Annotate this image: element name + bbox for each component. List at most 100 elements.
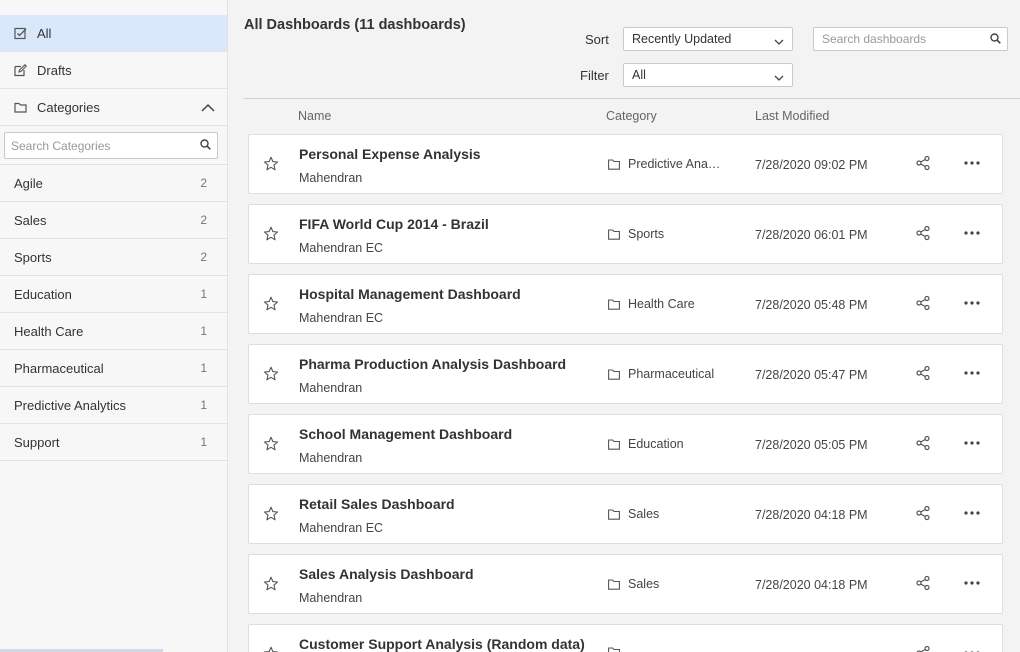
category-count: 2 — [200, 250, 207, 264]
dashboard-card[interactable]: Retail Sales Dashboard Mahendran EC Sales 7… — [248, 484, 1003, 544]
category-item[interactable]: Predictive Analytics 1 — [0, 387, 227, 424]
dashboard-card[interactable]: Pharma Production Analysis Dashboard Mahe… — [248, 344, 1003, 404]
dashboard-category-label: Sports — [628, 227, 665, 241]
category-count: 2 — [200, 176, 207, 190]
dashboard-card[interactable]: FIFA World Cup 2014 - Brazil Mahendran EC… — [248, 204, 1003, 264]
dashboard-name[interactable]: Retail Sales Dashboard — [299, 496, 455, 512]
dashboard-name[interactable]: School Management Dashboard — [299, 426, 512, 442]
page-title: All Dashboards (11 dashboards) — [244, 17, 466, 33]
dashboard-last-modified: 7/28/2020 05:47 PM — [755, 368, 868, 382]
dashboard-card[interactable]: Sales Analysis Dashboard Mahendran Sales 7/… — [248, 554, 1003, 614]
column-header-last-modified[interactable]: Last Modified — [755, 109, 829, 123]
categories-toggle[interactable]: Categories — [0, 89, 227, 126]
share-icon[interactable] — [915, 155, 931, 174]
dashboard-card[interactable]: Customer Support Analysis (Random data) — [248, 624, 1003, 652]
sort-dropdown[interactable]: Recently Updated — [623, 27, 793, 51]
more-options-icon[interactable] — [963, 645, 981, 652]
category-name: Health Care — [14, 323, 84, 339]
dashboard-category: Sports — [608, 227, 664, 241]
star-icon[interactable] — [263, 226, 279, 245]
dashboard-category-label: Health Care — [628, 297, 695, 311]
sort-value: Recently Updated — [632, 32, 732, 46]
dashboard-name[interactable]: FIFA World Cup 2014 - Brazil — [299, 216, 489, 232]
category-count: 2 — [200, 213, 207, 227]
dashboard-category-label: Sales — [628, 507, 660, 521]
more-options-icon[interactable] — [963, 225, 981, 244]
dashboard-author: Mahendran — [299, 591, 363, 605]
dashboard-author: Mahendran — [299, 451, 363, 465]
category-item[interactable]: Support 1 — [0, 424, 227, 461]
category-name: Education — [14, 286, 72, 302]
share-icon[interactable] — [915, 575, 931, 594]
share-icon[interactable] — [915, 505, 931, 524]
filter-dropdown[interactable]: All — [623, 63, 793, 87]
category-item[interactable]: Agile 2 — [0, 165, 227, 202]
more-options-icon[interactable] — [963, 435, 981, 454]
category-item[interactable]: Sports 2 — [0, 239, 227, 276]
dashboard-name[interactable]: Hospital Management Dashboard — [299, 286, 521, 302]
more-options-icon[interactable] — [963, 295, 981, 314]
dashboard-last-modified: 7/28/2020 04:18 PM — [755, 508, 868, 522]
dashboard-card[interactable]: Hospital Management Dashboard Mahendran E… — [248, 274, 1003, 334]
dashboard-last-modified: 7/28/2020 06:01 PM — [755, 228, 868, 242]
more-options-icon[interactable] — [963, 365, 981, 384]
sidebar-item-drafts[interactable]: Drafts — [0, 52, 227, 89]
star-icon[interactable] — [263, 156, 279, 175]
share-icon[interactable] — [915, 295, 931, 314]
search-icon[interactable] — [990, 32, 1001, 47]
share-icon[interactable] — [915, 435, 931, 454]
dashboard-name[interactable]: Pharma Production Analysis Dashboard — [299, 356, 566, 372]
star-icon[interactable] — [263, 646, 279, 652]
more-options-icon[interactable] — [963, 505, 981, 524]
folder-icon — [608, 508, 620, 520]
star-icon[interactable] — [263, 576, 279, 595]
folder-icon — [608, 368, 620, 380]
dashboard-search-box — [813, 27, 1008, 51]
sidebar-item-all[interactable]: All — [0, 15, 227, 52]
category-count: 1 — [200, 398, 207, 412]
search-icon[interactable] — [200, 138, 211, 153]
folder-icon — [608, 438, 620, 450]
edit-icon — [14, 63, 27, 77]
star-icon[interactable] — [263, 296, 279, 315]
star-icon[interactable] — [263, 506, 279, 525]
star-icon[interactable] — [263, 366, 279, 385]
share-icon[interactable] — [915, 645, 931, 652]
dashboard-category: Sales — [608, 577, 659, 591]
category-item[interactable]: Education 1 — [0, 276, 227, 313]
dashboard-author: Mahendran — [299, 381, 363, 395]
dashboard-search-input[interactable] — [822, 32, 990, 46]
category-list: Agile 2 Sales 2 Sports 2 Education 1 Health Care… — [0, 165, 227, 461]
sort-label: Sort — [585, 32, 609, 47]
dashboard-name[interactable]: Sales Analysis Dashboard — [299, 566, 474, 582]
category-item[interactable]: Sales 2 — [0, 202, 227, 239]
category-search-box — [4, 132, 218, 159]
category-search-input[interactable] — [11, 138, 200, 153]
category-count: 1 — [200, 361, 207, 375]
dashboard-last-modified: 7/28/2020 05:05 PM — [755, 438, 868, 452]
category-count: 1 — [200, 435, 207, 449]
dashboard-name[interactable]: Personal Expense Analysis — [299, 146, 481, 162]
filter-value: All — [632, 68, 646, 82]
chevron-up-icon[interactable] — [201, 101, 215, 116]
share-icon[interactable] — [915, 225, 931, 244]
star-icon[interactable] — [263, 436, 279, 455]
category-item[interactable]: Pharmaceutical 1 — [0, 350, 227, 387]
dashboard-card[interactable]: Personal Expense Analysis Mahendran Predic… — [248, 134, 1003, 194]
dashboard-category-label: Education — [628, 437, 684, 451]
dashboard-card[interactable]: School Management Dashboard Mahendran Educ… — [248, 414, 1003, 474]
category-name: Support — [14, 434, 60, 450]
dashboard-author: Mahendran — [299, 171, 363, 185]
dashboard-name[interactable]: Customer Support Analysis (Random data) — [299, 636, 585, 652]
more-options-icon[interactable] — [963, 575, 981, 594]
column-header-name[interactable]: Name — [298, 109, 331, 123]
chevron-down-icon — [774, 35, 784, 49]
sidebar-item-label: All — [37, 25, 52, 41]
column-header-category[interactable]: Category — [606, 109, 657, 123]
category-item[interactable]: Health Care 1 — [0, 313, 227, 350]
dashboard-category — [608, 647, 628, 652]
dashboard-category: Predictive Analytics — [608, 157, 723, 171]
more-options-icon[interactable] — [963, 155, 981, 174]
share-icon[interactable] — [915, 365, 931, 384]
category-name: Pharmaceutical — [14, 360, 104, 376]
